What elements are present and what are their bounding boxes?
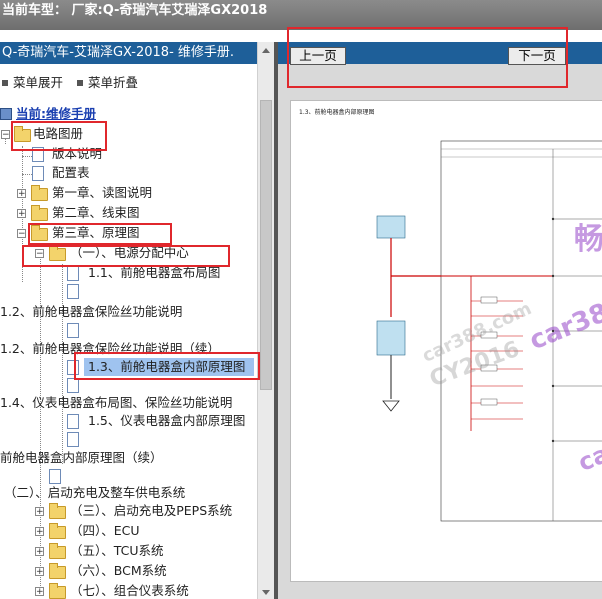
page-icon xyxy=(67,432,79,447)
tree-label: 配置表 xyxy=(52,165,90,180)
annotation-box xyxy=(22,245,230,267)
expand-toggle-icon[interactable]: + xyxy=(17,189,26,199)
tree-label: 前舱电器盒内部原理图（续） xyxy=(0,450,163,465)
page-icon xyxy=(67,378,79,393)
page-icon xyxy=(67,284,79,299)
schematic-drawing xyxy=(376,140,602,522)
folder-icon xyxy=(31,185,48,201)
page-icon xyxy=(67,266,79,281)
collapse-icon xyxy=(77,80,83,86)
menu-expand-link[interactable]: 菜单展开 xyxy=(13,75,63,90)
page-icon xyxy=(67,323,79,338)
collapse-toggle-icon[interactable]: − xyxy=(17,229,26,239)
expand-toggle-icon[interactable]: + xyxy=(35,547,44,557)
expand-toggle-icon[interactable]: + xyxy=(35,527,44,537)
folder-icon xyxy=(49,563,66,579)
document-viewer: 上一页 下一页 1.3、前舱电器盒内部原理图 畅 CY2016 car388.c… xyxy=(278,42,602,599)
tree-label: 第一章、读图说明 xyxy=(52,185,153,200)
expand-toggle-icon[interactable]: + xyxy=(17,209,26,219)
annotation-box xyxy=(287,27,568,88)
scroll-down-arrow-icon[interactable] xyxy=(262,590,270,595)
folder-icon xyxy=(49,503,66,519)
annotation-box xyxy=(28,223,172,245)
tree-line xyxy=(62,264,63,464)
panel-header: Q-奇瑞汽车-艾瑞泽GX-2018- 维修手册. xyxy=(0,42,257,64)
tree-label: （五）、TCU系统 xyxy=(70,543,164,558)
folder-icon xyxy=(49,583,66,599)
tree-label: 1.2、前舱电器盒保险丝功能说明 xyxy=(0,304,183,319)
menu-bar: 菜单展开 菜单折叠 xyxy=(0,72,138,91)
tree-scrollbar[interactable] xyxy=(257,42,275,599)
tree-line xyxy=(40,250,41,596)
window-title-bar: 当前车型： 厂家:Q-奇瑞汽车艾瑞泽GX2018 xyxy=(0,0,602,30)
scroll-up-arrow-icon[interactable] xyxy=(262,48,270,53)
annotation-box xyxy=(11,121,107,151)
tree-label: 第二章、线束图 xyxy=(52,205,140,220)
expand-toggle-icon[interactable]: + xyxy=(35,587,44,597)
tree-label: 1.5、仪表电器盒内部原理图 xyxy=(88,413,246,428)
page-icon xyxy=(32,166,44,181)
tree-label: （七）、组合仪表系统 xyxy=(70,583,189,598)
book-icon xyxy=(0,108,12,120)
collapse-toggle-icon[interactable]: − xyxy=(1,130,10,140)
manual-title: Q-奇瑞汽车-艾瑞泽GX-2018- 维修手册. xyxy=(2,45,235,60)
expand-toggle-icon[interactable]: + xyxy=(35,567,44,577)
expand-toggle-icon[interactable]: + xyxy=(35,507,44,517)
page-icon xyxy=(67,414,79,429)
page-icon xyxy=(49,469,61,484)
tree-label: （三）、启动充电及PEPS系统 xyxy=(70,503,233,518)
window-title: 当前车型： 厂家:Q-奇瑞汽车艾瑞泽GX2018 xyxy=(2,3,268,18)
tree-label: 1.4、仪表电器盒布局图、保险丝功能说明 xyxy=(0,395,233,410)
tree-label: （六）、BCM系统 xyxy=(70,563,167,578)
schematic-page: 1.3、前舱电器盒内部原理图 xyxy=(290,100,602,582)
folder-icon xyxy=(31,205,48,221)
annotation-box xyxy=(74,352,260,380)
folder-icon xyxy=(49,523,66,539)
folder-icon xyxy=(49,543,66,559)
expand-icon xyxy=(2,80,8,86)
menu-collapse-link[interactable]: 菜单折叠 xyxy=(88,75,138,90)
tree-label: （四）、ECU xyxy=(70,523,140,538)
scroll-thumb[interactable] xyxy=(260,100,272,390)
tree-label: （二）、启动充电及整车供电系统 xyxy=(4,485,186,500)
